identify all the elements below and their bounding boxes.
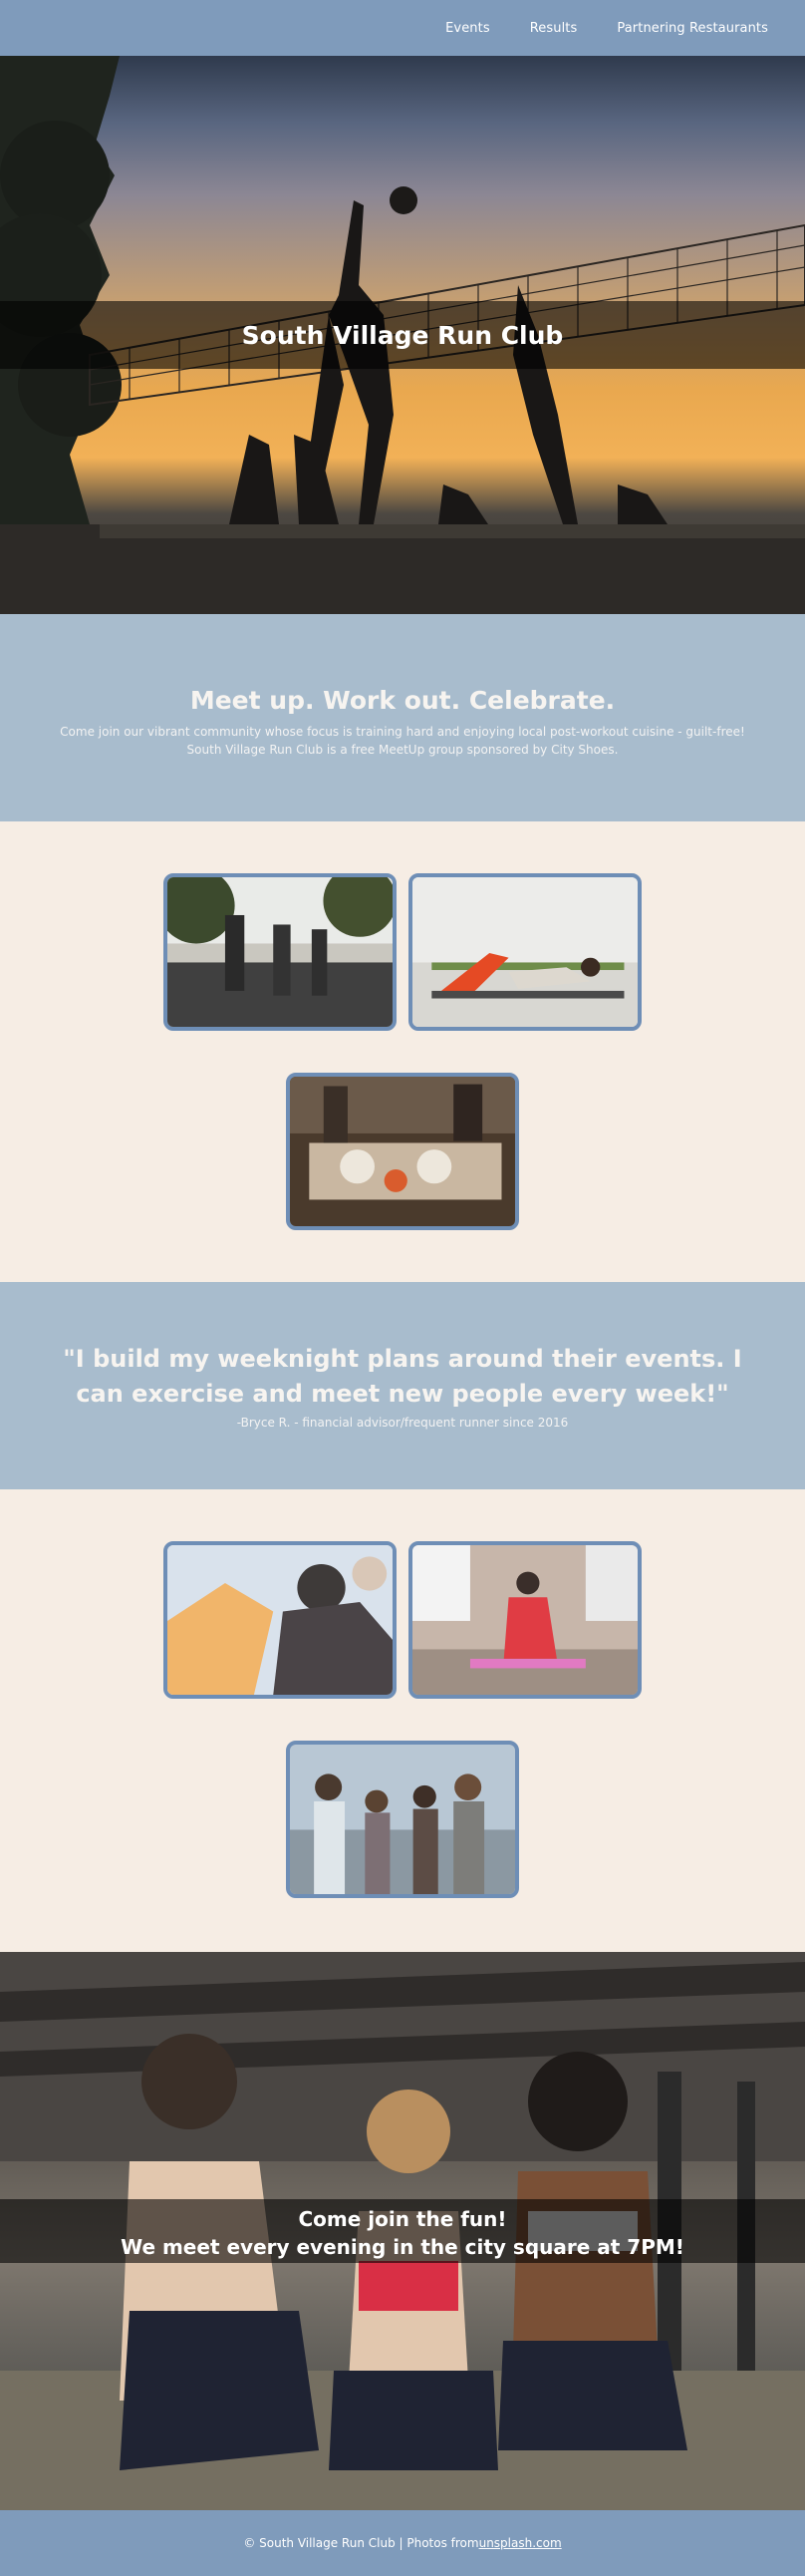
hero-title: South Village Run Club [241,320,564,350]
testimonial-section: "I build my weeknight plans around their… [0,1282,805,1489]
intro-section: Meet up. Work out. Celebrate. Come join … [0,614,805,821]
gallery-photo-workout [408,1541,642,1699]
hero-title-band: South Village Run Club [0,301,805,369]
intro-line-2: South Village Run Club is a free MeetUp … [186,743,619,757]
gallery-section-1 [0,821,805,1282]
cta-band: Come join the fun! We meet every evening… [0,2199,805,2263]
hero-section: South Village Run Club [0,56,805,614]
gallery-photo-runners [163,873,397,1031]
gallery-photo-yoga [408,873,642,1031]
cta-line-2: We meet every evening in the city square… [121,2235,684,2259]
top-nav: Events Results Partnering Restaurants [0,0,805,56]
cta-line-1: Come join the fun! [298,2207,507,2231]
nav-link-partnering-restaurants[interactable]: Partnering Restaurants [617,21,768,36]
testimonial-quote: "I build my weeknight plans around their… [63,1345,742,1408]
intro-line-1: Come join our vibrant community whose fo… [60,725,745,739]
gallery-photo-dinner [286,1073,519,1230]
footer-unsplash-link[interactable]: unsplash.com [479,2536,562,2550]
gallery-photo-laughing-group [286,1741,519,1898]
gallery-section-2 [0,1489,805,1952]
nav-link-events[interactable]: Events [445,21,490,36]
intro-heading: Meet up. Work out. Celebrate. [189,686,616,715]
footer-text: © South Village Run Club | Photos from [243,2536,479,2550]
nav-link-results[interactable]: Results [530,21,578,36]
footer: © South Village Run Club | Photos from u… [0,2510,805,2576]
testimonial-author: -Bryce R. - financial advisor/frequent r… [236,1416,569,1430]
gallery-photo-friends [163,1541,397,1699]
cta-section: Come join the fun! We meet every evening… [0,1952,805,2510]
